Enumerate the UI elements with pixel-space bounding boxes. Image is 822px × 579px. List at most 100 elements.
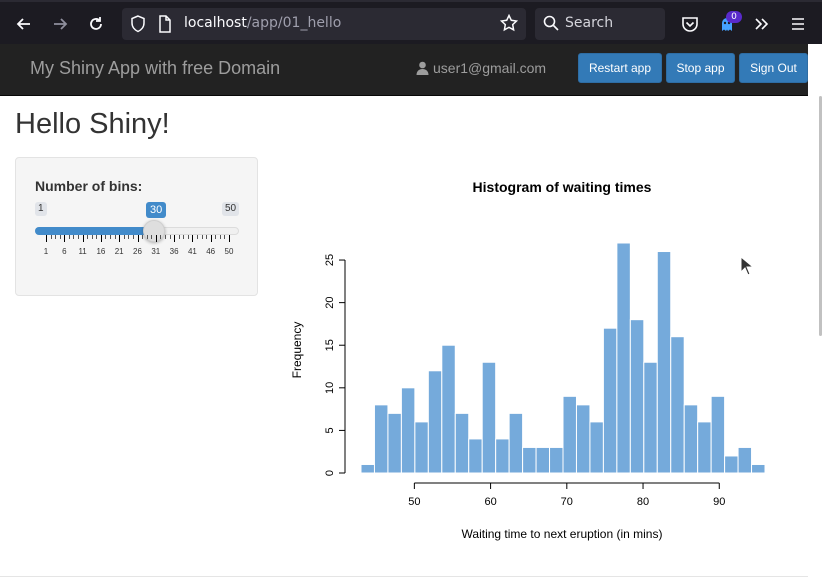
shield-icon[interactable] [130,15,146,37]
slider-max-label: 50 [222,202,240,216]
slider-grid-minor-tick [87,235,89,239]
slider-min-label: 1 [35,202,47,216]
slider-grid-label: 11 [78,247,87,256]
slider-grid-tick [192,235,194,242]
histogram-bar [710,395,726,474]
url-text[interactable]: localhost/app/01_hello [184,15,341,31]
slider-grid-minor-tick [114,235,116,239]
histogram-bar [656,251,672,474]
histogram-bar [737,446,753,474]
slider-grid-minor-tick [132,235,134,239]
slider-grid-label: 1 [43,247,49,256]
histogram-bar [562,395,577,474]
slider-grid-tick [155,235,157,242]
app-title[interactable]: My Shiny App with free Domain [30,58,280,79]
histogram-bar [724,455,739,474]
histogram-bar [522,446,537,474]
slider-grid-minor-tick [128,235,130,239]
slider-grid-minor-tick [59,235,61,239]
page-title: Hello Shiny! [15,108,170,140]
slider-grid-tick [46,235,47,242]
histogram-bar [549,446,564,474]
y-axis-tick-label: 20 [324,297,336,309]
histogram-bar [454,412,470,474]
slider-grid-tick [82,235,84,242]
slider-grid-label: 50 [224,247,234,256]
slider-grid-minor-tick [201,235,203,239]
slider-grid-minor-tick [73,235,75,239]
slider-grid-minor-tick [55,235,57,239]
url-bar[interactable]: localhost/app/01_hello [122,8,526,40]
histogram-bar [589,421,604,474]
app-navbar: My Shiny App with free Domain user1@gmai… [0,44,808,96]
histogram-bar [508,412,524,474]
x-axis-tick-label: 60 [484,496,496,508]
bookmark-star-icon[interactable] [499,13,519,36]
slider-grid-minor-tick [219,235,221,239]
slider-grid-minor-tick [123,235,125,239]
forward-icon[interactable] [46,10,74,38]
y-axis-tick-label: 25 [324,254,336,266]
histogram-bar [360,463,375,474]
slider-grid-label: 6 [62,247,67,256]
slider-grid-minor-tick [187,235,189,239]
y-axis-tick-label: 10 [324,382,336,394]
histogram-bar [616,242,631,474]
slider-grid-tick [210,235,212,242]
y-axis-tick-label: 5 [324,427,336,433]
restart-app-button[interactable]: Restart app [578,53,662,83]
reload-icon[interactable] [82,10,110,38]
slider-grid-minor-tick [164,235,166,239]
slider-grid-minor-tick [178,235,180,239]
slider-grid-minor-tick [142,235,144,239]
pocket-icon[interactable] [676,10,704,38]
slider-grid-minor-tick [68,235,70,239]
histogram-bar [373,404,389,474]
stop-app-button[interactable]: Stop app [666,53,735,83]
slider-grid-minor-tick [91,235,93,239]
y-axis-tick-label: 15 [324,339,336,351]
slider-grid-minor-tick [183,235,185,239]
slider-value-label: 30 [146,202,167,218]
histogram-bar [629,319,645,474]
user-icon [416,61,429,78]
menu-icon[interactable] [784,10,812,38]
x-axis-tick-label: 50 [408,496,420,508]
slider-grid-label: 21 [114,247,124,256]
slider-grid-tick [174,235,176,242]
sign-out-button[interactable]: Sign Out [739,53,808,83]
slider-grid-label: 16 [96,247,106,256]
histogram-bar [535,446,551,474]
histogram-bar [441,344,456,474]
histogram-bar [400,387,416,474]
user-email: user1@gmail.com [433,60,547,76]
slider-bar [35,227,154,235]
histogram-bar [683,404,699,474]
slider-grid-label: 41 [187,247,197,256]
slider-label: Number of bins: [35,178,143,194]
search-box[interactable]: Search [535,8,665,40]
extension-badge: 0 [726,11,742,23]
slider-grid-minor-tick [78,235,80,239]
page-icon [158,15,172,37]
histogram-bar [697,421,712,474]
browser-toolbar: localhost/app/01_hello Search 0 [0,0,822,44]
histogram-bar [468,438,483,474]
slider-grid-tick [137,235,139,242]
slider-grid-minor-tick [196,235,198,239]
url-path: /app/01_hello [246,15,342,31]
user-info: user1@gmail.com [416,60,546,78]
histogram-bar [414,421,429,474]
mouse-cursor-icon [740,256,754,276]
slider-grid-label: 31 [151,247,161,256]
slider-grid-minor-tick [96,235,98,239]
slider-grid-tick [229,235,230,242]
overflow-chevron-icon[interactable] [748,10,776,38]
back-icon[interactable] [10,10,38,38]
slider-grid-minor-tick [215,235,217,239]
y-axis-tick-label: 0 [324,470,336,476]
slider-grid-label: 26 [133,247,142,256]
search-placeholder: Search [565,15,614,31]
histogram-bar [387,412,402,474]
histogram-chart: Histogram of waiting times Waiting time … [290,179,766,541]
